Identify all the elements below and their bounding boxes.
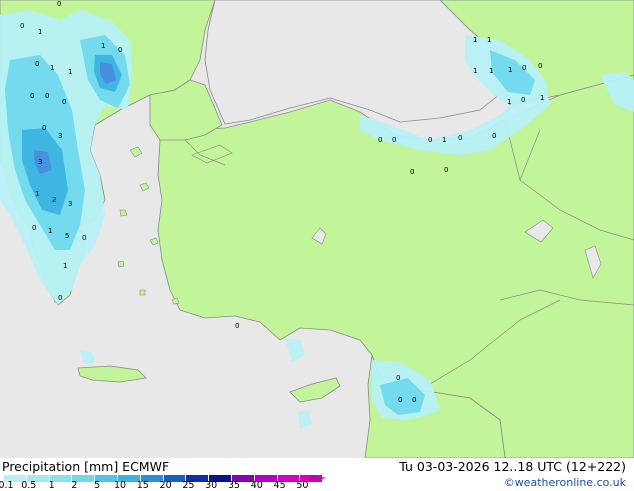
color-scale-tick-label: 1 — [48, 480, 55, 491]
station-value: 0 — [30, 92, 34, 100]
station-value: 0 — [538, 62, 542, 70]
station-value: 0 — [522, 64, 526, 72]
station-value: 1 — [489, 67, 493, 75]
credit-link[interactable]: ©weatheronline.co.uk — [504, 476, 626, 489]
station-value: 1 — [48, 227, 52, 235]
station-value: 0 — [378, 136, 382, 144]
station-value: 1 — [50, 64, 54, 72]
station-value: 0 — [444, 166, 448, 174]
station-value: 0 — [396, 374, 400, 382]
color-scale-tick-label: 50 — [296, 480, 309, 491]
station-value: 1 — [540, 94, 544, 102]
station-value: 3 — [38, 158, 42, 166]
color-scale-tick-label: 0.1 — [0, 480, 14, 491]
station-value: 0 — [392, 136, 396, 144]
station-value: 3 — [58, 132, 62, 140]
station-value: 1 — [508, 66, 512, 74]
station-value: 0 — [428, 136, 432, 144]
station-value: 1 — [35, 190, 39, 198]
station-value: 0 — [57, 0, 61, 8]
station-value: 1 — [487, 36, 491, 44]
station-value: 0 — [58, 294, 62, 302]
color-scale-ticks: 0.1 0.5 1 2 5 10 15 20 25 30 35 40 45 50 — [0, 480, 330, 491]
station-value: 0 — [398, 396, 402, 404]
color-scale-tick-label: 35 — [227, 480, 241, 491]
color-scale-tick-label: 5 — [94, 480, 101, 491]
product-title: Precipitation [mm] ECMWF — [2, 459, 170, 474]
station-value: 0 — [35, 60, 39, 68]
station-value: 0 — [82, 234, 86, 242]
station-value: 1 — [38, 28, 42, 36]
station-value: 0 — [412, 396, 416, 404]
station-value: 0 — [410, 168, 414, 176]
color-scale-tick-label: 15 — [136, 480, 149, 491]
station-value: 0 — [458, 134, 462, 142]
color-scale-tick-label: 45 — [273, 480, 286, 491]
station-value: 0 — [42, 124, 46, 132]
legend-bar: Precipitation [mm] ECMWF Tu 03-03-2026 1… — [0, 458, 634, 491]
station-value: 1 — [68, 68, 72, 76]
station-value: 0 — [20, 22, 24, 30]
station-value: 1 — [507, 98, 511, 106]
station-value: 0 — [492, 132, 496, 140]
station-value: 0 — [62, 98, 66, 106]
map-panel: 0 0 1 0 1 1 0 1 0 0 0 3 0 3 1 2 3 0 1 5 0 1 0 1 1 1 1 1 0 0 1 0 1 0 0 0 1 0 0 0… — [0, 0, 634, 458]
station-value: 5 — [65, 232, 69, 240]
color-scale-tick-label: 20 — [159, 480, 172, 491]
station-value: 1 — [63, 262, 67, 270]
station-value: 0 — [45, 92, 49, 100]
valid-time-label: Tu 03-03-2026 12..18 UTC (12+222) — [399, 459, 626, 474]
color-scale-tick-label: 2 — [71, 480, 78, 491]
color-scale-tick-label: 30 — [205, 480, 218, 491]
color-scale-tick-label: 25 — [182, 480, 195, 491]
station-value: 1 — [442, 136, 446, 144]
station-value: 0 — [235, 322, 239, 330]
color-scale-tick-label: 40 — [250, 480, 263, 491]
color-scale-tick-label: 10 — [113, 480, 127, 491]
station-value: 1 — [473, 67, 477, 75]
station-value: 1 — [101, 42, 105, 50]
station-value: 1 — [473, 36, 477, 44]
station-value: 0 — [521, 96, 525, 104]
station-value: 0 — [32, 224, 36, 232]
map-canvas: 0 0 1 0 1 1 0 1 0 0 0 3 0 3 1 2 3 0 1 5 0 1 0 1 1 1 1 1 0 0 1 0 1 0 0 0 1 0 0 0… — [0, 0, 634, 458]
color-scale-tick-label: 0.5 — [21, 480, 37, 491]
station-value: 2 — [52, 196, 56, 204]
station-value: 0 — [118, 46, 122, 54]
station-value: 3 — [68, 200, 72, 208]
